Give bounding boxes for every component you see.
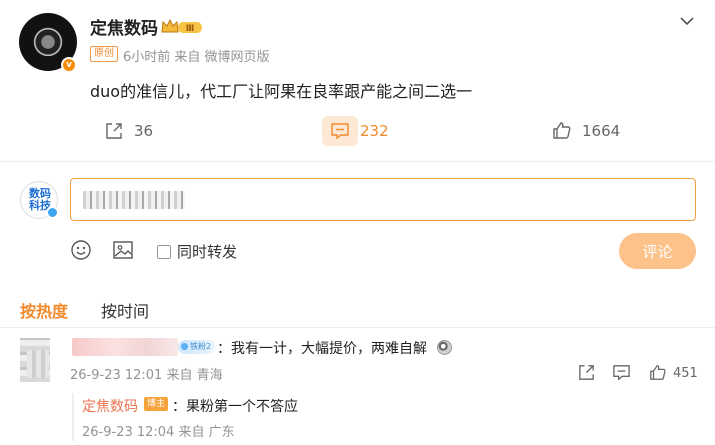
input-text-blurred [83, 191, 185, 209]
fan-level-badge: 铁粉2 [178, 340, 216, 354]
thumbs-up-icon [553, 122, 571, 139]
comment-text: ：我有一计，大幅提价，两难自解 [217, 341, 427, 357]
forward-label: 同时转发 [177, 243, 238, 261]
verified-badge-icon [46, 206, 59, 219]
divider [0, 327, 715, 328]
chevron-down-icon[interactable] [678, 12, 696, 30]
like-count: 1664 [582, 122, 621, 140]
repost-icon[interactable] [577, 363, 596, 382]
comment-meta: 26-9-23 12:01 来自 青海 [70, 368, 223, 383]
blogger-tag: 博主 [144, 397, 169, 411]
commenter-avatar-blur [27, 350, 49, 378]
repost-button[interactable]: 36 [104, 121, 153, 141]
emoji-face-icon [437, 340, 452, 355]
reply-meta: 26-9-23 12:04 来自 广东 [82, 425, 235, 440]
reply-thread-line [72, 393, 74, 441]
original-tag: 原创 [90, 46, 118, 62]
svg-text:Ⅲ: Ⅲ [186, 24, 195, 34]
forward-toggle[interactable]: 同时转发 [157, 241, 237, 262]
repost-icon [106, 123, 122, 139]
post-meta: 6小时前 来自 微博网页版 [123, 50, 270, 65]
comment-count: 232 [360, 122, 389, 140]
like-button[interactable]: 1664 [552, 121, 620, 141]
reply-text: ：果粉第一个不答应 [172, 399, 298, 415]
reply-author-name[interactable]: 定焦数码 [82, 396, 138, 416]
thumbs-up-icon [650, 365, 666, 380]
divider [0, 161, 715, 162]
commenter-name-blurred[interactable] [72, 338, 178, 356]
member-crown-icon: Ⅲ [161, 18, 202, 34]
tab-sort-by-hot[interactable]: 按热度 [20, 298, 68, 322]
author-name[interactable]: 定焦数码 [90, 14, 158, 39]
comment-button[interactable]: 232 [330, 121, 389, 141]
comment-like-button[interactable]: 451 [649, 364, 698, 382]
post-text: duo的准信儿，代工厂让阿果在良率跟产能之间二选一 [90, 82, 473, 101]
image-icon[interactable] [112, 239, 134, 261]
forward-checkbox[interactable] [157, 244, 171, 259]
comment-input[interactable] [70, 178, 696, 221]
repost-count: 36 [134, 122, 154, 140]
submit-comment-button[interactable]: 评论 [619, 233, 696, 269]
comment-like-count: 451 [673, 365, 698, 381]
comment-icon[interactable] [612, 363, 631, 382]
tab-sort-by-time[interactable]: 按时间 [101, 298, 149, 322]
verified-badge-icon: v [61, 57, 77, 73]
emoji-icon[interactable] [70, 239, 92, 261]
comment-icon [331, 123, 349, 140]
